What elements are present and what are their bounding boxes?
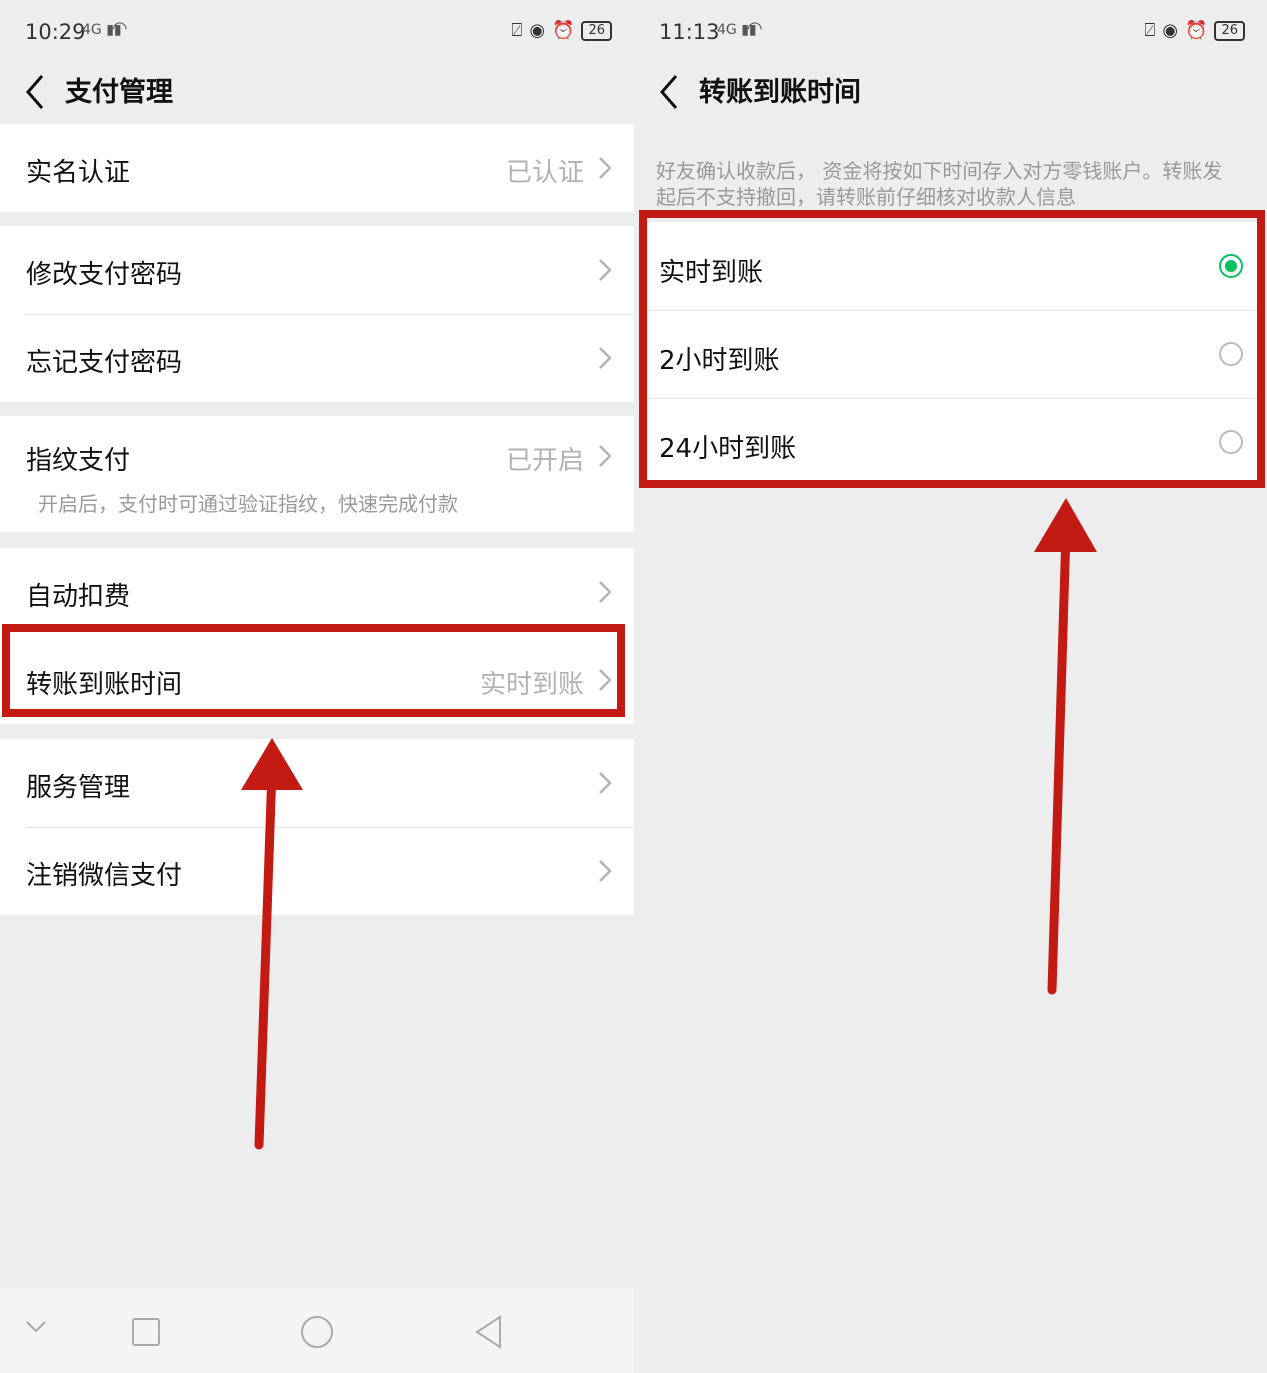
annotation-arrow [1034,498,1097,995]
right-screen: 11:13 4G ▮▮ ◠ ⍁ ◉ ⏰ 26 转账到账时间 好友确认收款后， 资… [634,0,1267,1373]
system-nav-bar [0,1288,634,1373]
collapse-icon[interactable] [25,1320,47,1334]
annotation-arrow [241,738,303,1150]
left-screen: 10:29 4G ▮▮ ◠ ⍁ ◉ ⏰ 26 支付管理 实名认证 已认证 修改支… [0,0,634,1373]
recent-apps-icon[interactable] [132,1318,160,1346]
back-nav-icon[interactable] [474,1315,504,1349]
home-icon[interactable] [301,1316,333,1348]
